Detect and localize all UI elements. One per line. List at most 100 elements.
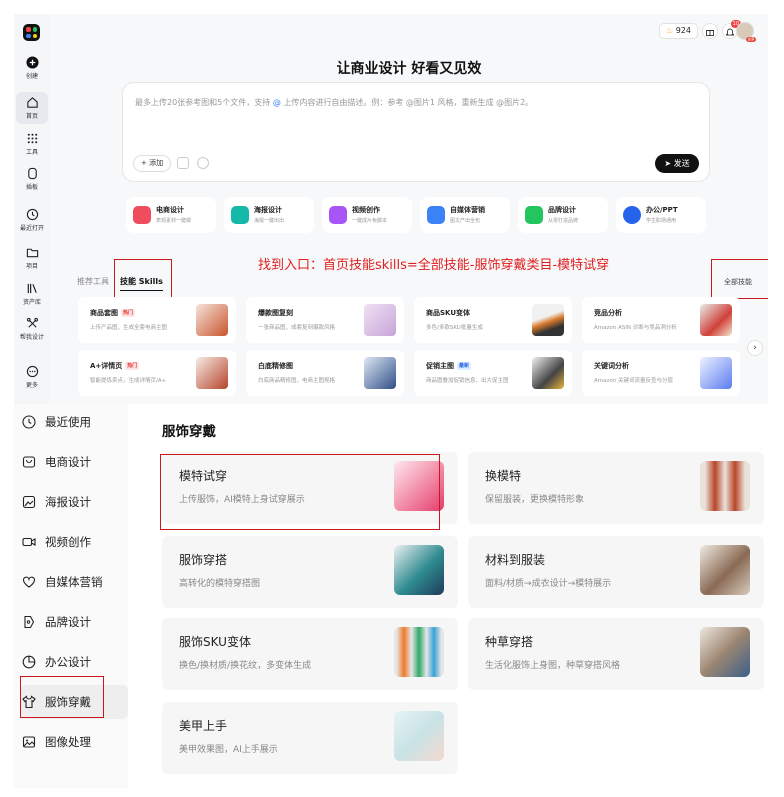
- chat-icon: [427, 206, 445, 224]
- category-title: 海报设计: [254, 206, 282, 214]
- skill-card-sku-variants[interactable]: 服饰SKU变体 换色/换材质/换花纹，多变体生成: [162, 618, 458, 690]
- card-thumbnail: [394, 711, 444, 761]
- skill-card[interactable]: 白底精修图 白底商品精修图，电商主图规格: [246, 350, 404, 396]
- category-item-recent[interactable]: 最近使用: [20, 405, 128, 439]
- page-title: 让商业设计 好看又见效: [336, 61, 482, 77]
- skill-subtitle: 多色/多款SKU批量生成: [426, 325, 483, 331]
- prompt-input[interactable]: 最多上传20张参考图和5个文件，支持 @ 上传内容进行自由描述。例：参考 @图片…: [122, 82, 710, 182]
- prompt-placeholder: 最多上传20张参考图和5个文件，支持 @ 上传内容进行自由描述。例：参考 @图片…: [135, 98, 534, 107]
- rail-projects[interactable]: 项目: [14, 246, 50, 270]
- category-item-brand[interactable]: 品牌设计: [20, 605, 128, 639]
- library-icon[interactable]: [177, 157, 189, 169]
- rail-tools[interactable]: 工具: [14, 132, 50, 156]
- rail-create[interactable]: 创建: [14, 56, 50, 80]
- image-icon: [22, 736, 36, 748]
- category-card[interactable]: 电商设计 表现素材一键做: [126, 197, 216, 233]
- skill-thumbnail: [700, 304, 732, 336]
- app-logo[interactable]: [23, 24, 40, 41]
- category-item-video[interactable]: 视频创作: [20, 525, 128, 559]
- card-thumbnail: [700, 461, 750, 511]
- category-card[interactable]: 自媒体营销 图文产出全包: [420, 197, 510, 233]
- card-thumbnail: [700, 545, 750, 595]
- add-attachment-button[interactable]: + 添加: [133, 155, 172, 172]
- skill-card[interactable]: 爆款图复刻 一张商品图，成套复刻爆款风格: [246, 297, 404, 343]
- skill-card-outfit[interactable]: 服饰穿搭 高转化的模特穿搭图: [162, 536, 458, 608]
- category-card[interactable]: 海报设计 海报一键出出: [224, 197, 314, 233]
- heart-icon: [22, 576, 36, 588]
- skill-card[interactable]: 竞品分析 Amazon ASIN 诊断与竞品洞分析: [582, 297, 740, 343]
- rail-label: 首页: [25, 113, 38, 120]
- category-label: 最近使用: [45, 415, 91, 429]
- skill-card[interactable]: 关键词分析 Amazon 关键词流量反查与分层: [582, 350, 740, 396]
- skill-subtitle: 一张商品图，成套复刻爆款风格: [258, 325, 336, 331]
- category-label: 视频创作: [45, 535, 91, 549]
- skill-card[interactable]: 商品套图 热门 上传产品图，生成全套电商主图: [78, 297, 236, 343]
- pie-chart-icon: [623, 206, 641, 224]
- plugin-icon: [27, 167, 37, 180]
- category-card[interactable]: 办公/PPT 学生职场通用: [616, 197, 706, 233]
- shop-icon: [133, 206, 151, 224]
- rail-label: 插板: [25, 184, 38, 191]
- card-subtitle: 生活化服饰上身图，种草穿搭风格: [485, 661, 621, 671]
- skill-subtitle: 智能提炼卖点，生成详情页/A+: [90, 378, 167, 384]
- clock-icon: [26, 208, 38, 221]
- skill-card-change-model[interactable]: 换模特 保留服装，更换模特形象: [468, 452, 764, 524]
- category-subtitle: 从零打造品牌: [548, 218, 579, 224]
- gift-button[interactable]: [702, 23, 718, 39]
- category-label: 办公设计: [45, 655, 91, 669]
- category-item-image-processing[interactable]: 图像处理: [20, 725, 128, 759]
- rail-recent[interactable]: 最近打开: [14, 208, 50, 232]
- cube-icon[interactable]: [197, 157, 209, 169]
- skill-subtitle: 白底商品精修图，电商主图规格: [258, 378, 336, 384]
- rail-plugins[interactable]: 插板: [14, 167, 50, 191]
- category-item-poster[interactable]: 海报设计: [20, 485, 128, 519]
- next-page-button[interactable]: ›: [747, 340, 763, 356]
- design-tools-icon: [26, 317, 38, 328]
- more-icon: [26, 365, 38, 378]
- rail-assets[interactable]: 资产库: [14, 282, 50, 306]
- category-item-social-media[interactable]: 自媒体营销: [20, 565, 128, 599]
- poster-icon: [22, 495, 36, 509]
- card-subtitle: 换色/换材质/换花纹，多变体生成: [179, 661, 312, 671]
- rail-home[interactable]: 首页: [16, 92, 48, 124]
- annotation-text: 找到入口：首页技能skills=全部技能-服饰穿戴类目-模特试穿: [258, 258, 610, 273]
- brand-icon: [24, 615, 35, 629]
- rail-label: 更多: [25, 382, 38, 389]
- rail-design-helper[interactable]: 帮我设计: [14, 317, 50, 341]
- skill-title: 爆款图复刻: [258, 309, 293, 317]
- card-title: 换模特: [485, 469, 522, 483]
- rail-more[interactable]: 更多: [14, 365, 50, 389]
- category-item-ecommerce[interactable]: 电商设计: [20, 445, 128, 479]
- plus-circle-icon: [25, 56, 39, 69]
- tab-recommended-tools[interactable]: 推荐工具: [77, 276, 109, 287]
- rail-label: 创建: [25, 73, 38, 80]
- category-title: 视频创作: [352, 206, 380, 214]
- main-content: ♨ 924 10 VIP 让商业设计 好看又见效 最多上传20张参考图和5个文件…: [50, 14, 768, 404]
- skill-card[interactable]: A+详情页 热门 智能提炼卖点，生成详情页/A+: [78, 350, 236, 396]
- category-item-office[interactable]: 办公设计: [20, 645, 128, 679]
- skill-card-material-to-garment[interactable]: 材料到服装 面料/材质→成衣设计→模特展示: [468, 536, 764, 608]
- category-label: 图像处理: [45, 735, 91, 749]
- send-button[interactable]: ➤ 发送: [655, 154, 699, 173]
- all-skills-panel: 最近使用 电商设计 海报设计 视频创作 自媒体营销 品牌设计 办公设计 服饰穿戴…: [14, 404, 768, 788]
- grid-dots-icon: [27, 133, 37, 144]
- credits-count: 924: [675, 26, 691, 35]
- category-subtitle: 表现素材一键做: [156, 218, 192, 224]
- rail-label: 最近打开: [19, 225, 44, 232]
- skill-card[interactable]: 促销主图 最新 商品图叠加促销信息，出大促主图: [414, 350, 572, 396]
- category-card[interactable]: 品牌设计 从零打造品牌: [518, 197, 608, 233]
- video-icon: [329, 206, 347, 224]
- rail-label: 项目: [25, 263, 38, 270]
- skill-thumbnail: [196, 304, 228, 336]
- skill-card[interactable]: 商品SKU变体 多色/多款SKU批量生成: [414, 297, 572, 343]
- home-icon: [26, 97, 38, 108]
- credits-button[interactable]: ♨ 924: [659, 23, 698, 39]
- skill-card-lifestyle-outfit[interactable]: 种草穿搭 生活化服饰上身图，种草穿搭风格: [468, 618, 764, 690]
- skill-card-nail-art[interactable]: 美甲上手 美甲效果图，AI上手展示: [162, 702, 458, 774]
- library-icon: [27, 283, 37, 294]
- card-title: 种草穿搭: [485, 635, 534, 649]
- category-title: 办公/PPT: [646, 206, 678, 214]
- category-list: 最近使用 电商设计 海报设计 视频创作 自媒体营销 品牌设计 办公设计 服饰穿戴…: [14, 404, 128, 788]
- category-card[interactable]: 视频创作 一键成片免脚本: [322, 197, 412, 233]
- hot-badge: 热门: [121, 309, 136, 317]
